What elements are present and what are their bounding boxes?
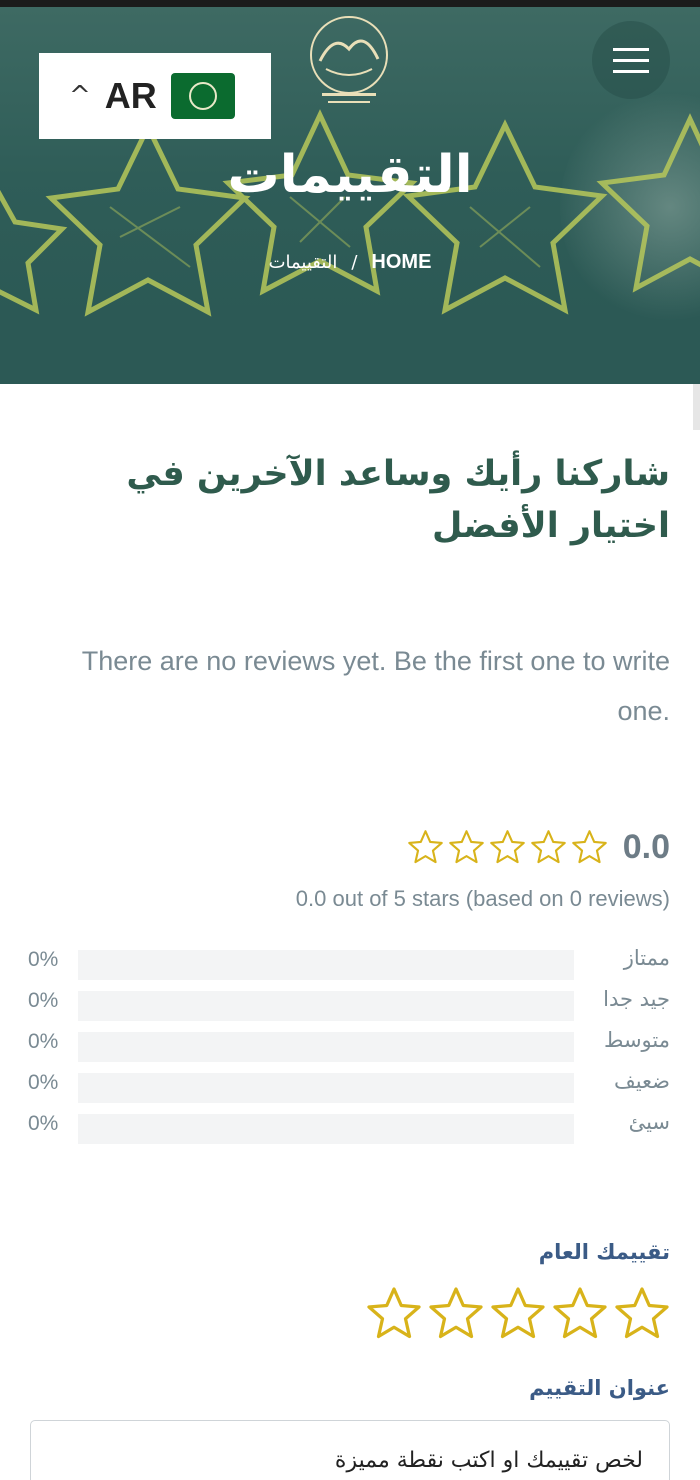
distribution-row: 0% ضعيف <box>28 1065 670 1106</box>
distribution-label: سيئ <box>628 1110 670 1134</box>
star-icon[interactable] <box>612 1284 672 1344</box>
distribution-row: 0% سيئ <box>28 1106 670 1147</box>
distribution-bar <box>78 1032 574 1062</box>
star-icon[interactable] <box>550 1284 610 1344</box>
distribution-bar <box>78 950 574 980</box>
language-code: AR <box>104 75 157 116</box>
arab-league-flag-icon <box>170 73 235 119</box>
breadcrumb-current: التقييمات <box>268 252 338 273</box>
distribution-label: متوسط <box>604 1028 670 1052</box>
star-icon <box>571 829 607 863</box>
star-icon[interactable] <box>364 1284 424 1344</box>
breadcrumb-separator: / <box>351 252 358 273</box>
distribution-bar <box>78 991 574 1021</box>
average-score: 0.0 <box>622 827 670 866</box>
distribution-percent: 0% <box>28 948 59 971</box>
breadcrumb-home-link[interactable]: HOME <box>371 251 431 274</box>
hero-banner: ^ AR التقييمات التقييمات / HOME <box>0 7 700 384</box>
distribution-row: 0% جيد جدا <box>28 983 670 1024</box>
distribution-label: ممتاز <box>623 946 670 970</box>
distribution-bar <box>78 1114 574 1144</box>
distribution-label: جيد جدا <box>603 987 670 1011</box>
star-icon <box>530 829 566 863</box>
chevron-up-icon: ^ <box>69 81 91 111</box>
distribution-percent: 0% <box>28 1112 59 1135</box>
distribution-label: ضعيف <box>613 1069 670 1093</box>
distribution-bar <box>78 1073 574 1103</box>
rating-distribution: 0% ممتاز 0% جيد جدا 0% متوسط 0% ضعيف 0% سيئ <box>28 942 670 1147</box>
average-stars <box>406 828 609 867</box>
section-heading: شاركنا رأيك وساعد الآخرين في اختيار الأف… <box>126 454 670 546</box>
site-logo[interactable] <box>306 15 392 110</box>
star-icon <box>489 829 525 863</box>
language-selector[interactable]: ^ AR <box>39 53 271 139</box>
overall-rating-label: تقييمك العام <box>538 1240 670 1264</box>
hamburger-icon <box>613 47 649 51</box>
breadcrumb: التقييمات / HOME <box>0 251 700 274</box>
distribution-percent: 0% <box>28 1030 59 1053</box>
distribution-percent: 0% <box>28 1071 59 1094</box>
status-strip <box>0 0 700 7</box>
star-icon[interactable] <box>426 1284 486 1344</box>
page-title: التقييمات <box>227 145 473 205</box>
review-title-label: عنوان التقييم <box>529 1376 670 1400</box>
overall-rating-input[interactable] <box>360 1284 672 1344</box>
review-title-input[interactable] <box>30 1420 670 1480</box>
no-reviews-message: There are no reviews yet. Be the first o… <box>81 646 670 726</box>
scrollbar-thumb[interactable] <box>693 384 700 430</box>
rating-summary-text: 0.0 out of 5 stars (based on 0 reviews) <box>295 886 670 911</box>
distribution-row: 0% متوسط <box>28 1024 670 1065</box>
average-rating: 0.0 <box>390 822 670 872</box>
star-icon <box>448 829 484 863</box>
distribution-row: 0% ممتاز <box>28 942 670 983</box>
menu-button[interactable] <box>592 21 670 99</box>
distribution-percent: 0% <box>28 989 59 1012</box>
star-icon <box>407 829 443 863</box>
star-icon[interactable] <box>488 1284 548 1344</box>
